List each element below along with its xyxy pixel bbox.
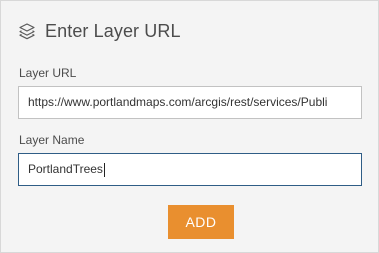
layer-url-label: Layer URL: [19, 66, 77, 80]
add-button[interactable]: ADD: [168, 205, 234, 239]
layer-url-input[interactable]: https://www.portlandmaps.com/arcgis/rest…: [18, 86, 362, 119]
layers-icon: [18, 22, 36, 40]
enter-layer-url-panel: Enter Layer URL Layer URL https://www.po…: [0, 0, 379, 253]
layer-name-label: Layer Name: [19, 133, 85, 147]
layer-name-value: PortlandTrees: [28, 162, 103, 176]
layer-name-input[interactable]: PortlandTrees: [18, 153, 362, 186]
text-caret: [103, 162, 105, 177]
layer-url-value: https://www.portlandmaps.com/arcgis/rest…: [28, 95, 328, 109]
panel-title: Enter Layer URL: [45, 20, 181, 41]
panel-header: Enter Layer URL: [18, 19, 181, 43]
